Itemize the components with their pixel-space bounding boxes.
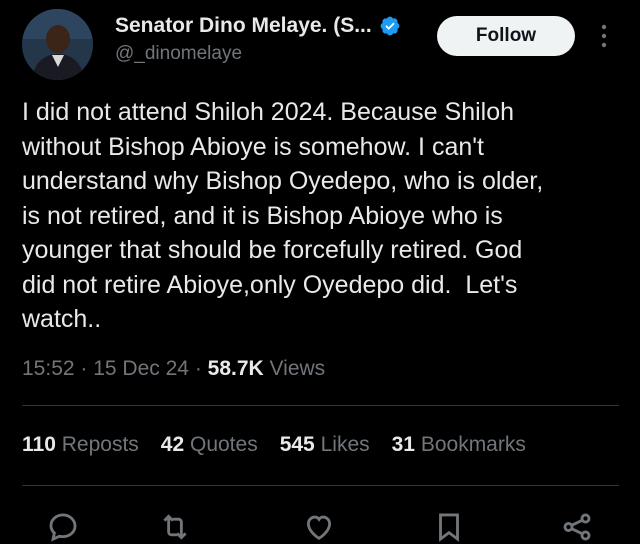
reposts-count: 110 [22, 433, 56, 456]
action-bar [0, 505, 640, 542]
verified-badge-icon [380, 16, 400, 36]
tweet-meta: 15:52 · 15 Dec 24 · 58.7K Views [22, 357, 325, 381]
tweet-date[interactable]: 15 Dec 24 [93, 357, 189, 380]
repost-icon[interactable] [158, 510, 192, 544]
author-handle[interactable]: @_dinomelaye [115, 43, 242, 65]
share-icon[interactable] [560, 510, 594, 544]
divider [22, 405, 619, 406]
like-icon[interactable] [302, 510, 336, 544]
stat-reposts[interactable]: 110 Reposts [22, 433, 139, 457]
engagement-stats: 110 Reposts 42 Quotes 545 Likes 31 Bookm… [22, 433, 548, 457]
stat-likes[interactable]: 545 Likes [280, 433, 370, 457]
likes-label: Likes [320, 433, 370, 456]
stat-bookmarks[interactable]: 31 Bookmarks [392, 433, 526, 457]
tweet-header: Senator Dino Melaye. (S... @_dinomelaye … [0, 0, 640, 90]
reposts-label: Reposts [61, 433, 139, 456]
separator-dot: · [80, 357, 94, 380]
stat-quotes[interactable]: 42 Quotes [161, 433, 258, 457]
tweet-time[interactable]: 15:52 [22, 357, 75, 380]
author-name-row: Senator Dino Melaye. (S... [115, 14, 401, 38]
bookmarks-label: Bookmarks [420, 433, 526, 456]
follow-button[interactable]: Follow [437, 16, 575, 56]
more-options-icon[interactable] [598, 22, 610, 50]
bookmark-icon[interactable] [432, 510, 466, 544]
quotes-label: Quotes [189, 433, 258, 456]
author-display-name[interactable]: Senator Dino Melaye. (S... [115, 14, 372, 38]
likes-count: 545 [279, 433, 315, 456]
quotes-count: 42 [160, 433, 185, 456]
views-count: 58.7K [207, 357, 264, 380]
divider [22, 485, 619, 486]
reply-icon[interactable] [46, 510, 80, 544]
profile-avatar[interactable] [22, 9, 93, 80]
tweet-text: I did not attend Shiloh 2024. Because Sh… [22, 98, 544, 333]
bookmarks-count: 31 [391, 433, 415, 456]
separator-dot: · [194, 357, 208, 380]
views-label: Views [269, 357, 326, 380]
